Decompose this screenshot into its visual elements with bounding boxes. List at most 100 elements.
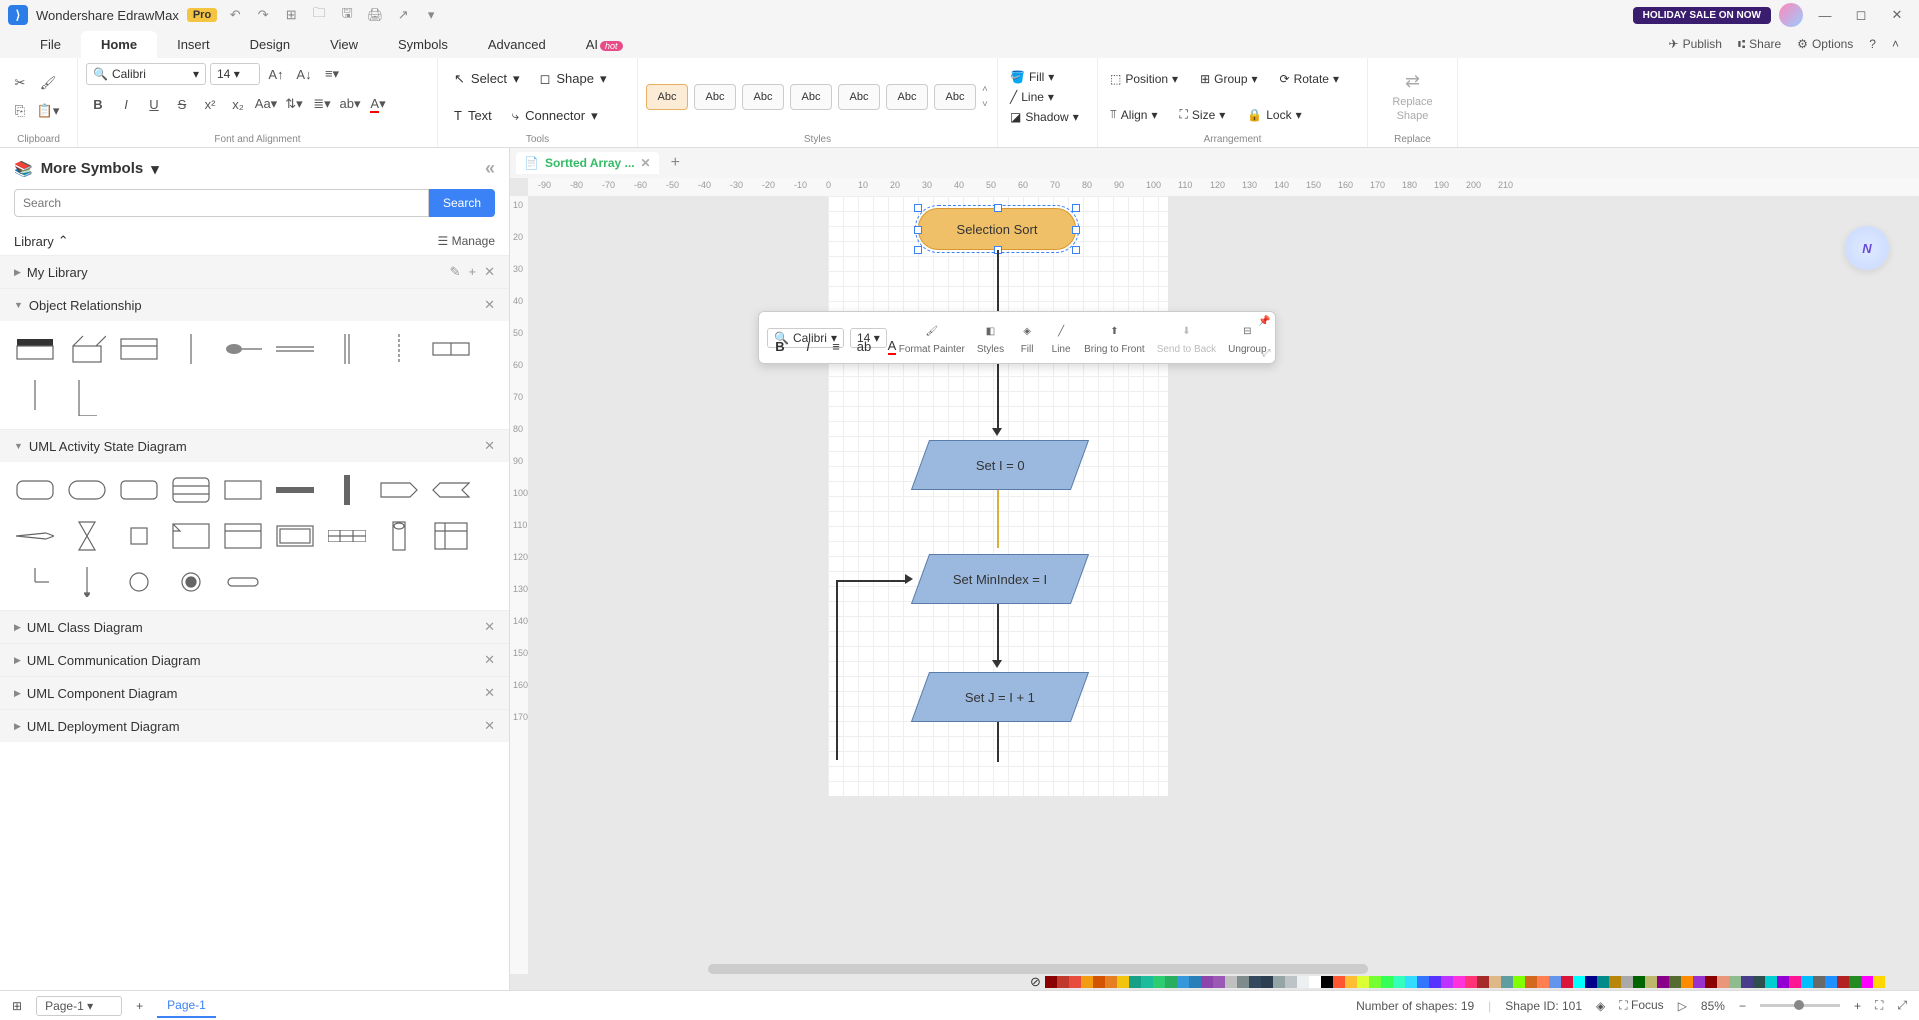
color-swatch[interactable] [1825, 976, 1837, 988]
color-swatch[interactable] [1081, 976, 1093, 988]
chevron-down-icon[interactable]: ˅ [982, 99, 988, 110]
shape-item[interactable] [14, 518, 56, 554]
color-swatch[interactable] [1393, 976, 1405, 988]
bring-front-icon[interactable]: ⬆ [1103, 320, 1125, 342]
style-swatch-1[interactable]: Abc [646, 84, 688, 110]
shape-item[interactable] [222, 564, 264, 600]
color-swatch[interactable] [1561, 976, 1573, 988]
menu-home[interactable]: Home [81, 31, 157, 58]
redo-icon[interactable]: ↷ [253, 5, 273, 25]
color-swatch[interactable] [1093, 976, 1105, 988]
x-icon[interactable]: ✕ [484, 264, 495, 280]
color-swatch[interactable] [1645, 976, 1657, 988]
fill-button[interactable]: 🪣Fill▾ [1006, 68, 1083, 86]
position-button[interactable]: ⬚Position▾ [1106, 70, 1182, 88]
color-swatch[interactable] [1669, 976, 1681, 988]
cut-icon[interactable]: ✂ [8, 71, 32, 95]
search-input[interactable] [14, 189, 429, 217]
color-swatch[interactable] [1417, 976, 1429, 988]
italic-icon[interactable]: I [114, 92, 138, 116]
options-button[interactable]: ⚙Options [1797, 37, 1853, 51]
pin-icon[interactable]: 📌 [1258, 316, 1270, 327]
color-swatch[interactable] [1201, 976, 1213, 988]
uml-comm-cat[interactable]: ▶UML Communication Diagram✕ [0, 643, 509, 676]
close-tab-icon[interactable]: ✕ [641, 156, 651, 170]
color-swatch[interactable] [1705, 976, 1717, 988]
color-swatch[interactable] [1573, 976, 1585, 988]
copy-icon[interactable]: ⎘ [8, 99, 32, 123]
color-swatch[interactable] [1405, 976, 1417, 988]
collapse-ribbon-icon[interactable]: ˄ [1892, 37, 1899, 51]
new-icon[interactable]: ⊞ [281, 5, 301, 25]
color-swatch[interactable] [1501, 976, 1513, 988]
color-swatch[interactable] [1225, 976, 1237, 988]
select-tool[interactable]: ↖Select▾ [446, 67, 528, 91]
case-icon[interactable]: Aa▾ [254, 92, 278, 116]
menu-advanced[interactable]: Advanced [468, 31, 566, 58]
my-library-cat[interactable]: ▶ My Library ✎+✕ [0, 255, 509, 288]
font-select[interactable]: 🔍Calibri▾ [86, 63, 206, 85]
styles-icon[interactable]: ◧ [979, 320, 1001, 342]
color-swatch[interactable] [1345, 976, 1357, 988]
color-swatch[interactable] [1309, 976, 1321, 988]
shape-item[interactable] [430, 518, 472, 554]
menu-design[interactable]: Design [230, 31, 310, 58]
shape-item[interactable] [14, 564, 56, 600]
shape-item[interactable] [170, 472, 212, 508]
format-painter-icon[interactable]: 🖌 [36, 71, 60, 95]
color-swatch[interactable] [1285, 976, 1297, 988]
shape-item[interactable] [430, 331, 472, 367]
style-swatch-4[interactable]: Abc [790, 84, 832, 110]
manage-button[interactable]: ☰ Manage [438, 234, 495, 248]
color-swatch[interactable] [1165, 976, 1177, 988]
x-icon[interactable]: ✕ [484, 685, 495, 701]
uml-deploy-cat[interactable]: ▶UML Deployment Diagram✕ [0, 709, 509, 742]
menu-ai[interactable]: AIhot [566, 31, 643, 58]
export-icon[interactable]: ↗ [393, 5, 413, 25]
shape-item[interactable] [118, 472, 160, 508]
x-icon[interactable]: ✕ [484, 619, 495, 635]
shape-item[interactable] [170, 518, 212, 554]
line-button[interactable]: ╱Line▾ [1006, 88, 1083, 106]
paste-icon[interactable]: 📋▾ [36, 99, 60, 123]
shape-item[interactable] [222, 518, 264, 554]
x-icon[interactable]: ✕ [484, 718, 495, 734]
canvas[interactable]: Selection Sort Set I = 0 Set Min [528, 196, 1919, 974]
shape-item[interactable] [118, 518, 160, 554]
page-tab[interactable]: Page-1 [157, 994, 216, 1018]
color-swatch[interactable] [1237, 976, 1249, 988]
fill-icon[interactable]: ◈ [1016, 320, 1038, 342]
color-swatch[interactable] [1189, 976, 1201, 988]
format-painter-icon[interactable]: 🖌 [921, 320, 943, 342]
terminator-node[interactable]: Selection Sort [918, 208, 1076, 250]
search-button[interactable]: Search [429, 189, 495, 217]
lock-button[interactable]: 🔒Lock▾ [1243, 106, 1305, 124]
doc-tab[interactable]: 📄 Sortted Array ... ✕ [516, 152, 659, 174]
font-color-icon[interactable]: A▾ [366, 92, 390, 116]
increase-font-icon[interactable]: A↑ [264, 62, 288, 86]
color-swatch[interactable] [1537, 976, 1549, 988]
color-swatch[interactable] [1525, 976, 1537, 988]
color-swatch[interactable] [1753, 976, 1765, 988]
style-swatch-6[interactable]: Abc [886, 84, 928, 110]
play-icon[interactable]: ▷ [1678, 999, 1687, 1013]
color-swatch[interactable] [1717, 976, 1729, 988]
rotate-button[interactable]: ⟳Rotate▾ [1276, 70, 1343, 88]
spacing-icon[interactable]: ⇅▾ [282, 92, 306, 116]
color-swatch[interactable] [1441, 976, 1453, 988]
shape-item[interactable] [274, 472, 316, 508]
maximize-icon[interactable]: ◻ [1847, 3, 1875, 27]
color-swatch[interactable] [1813, 976, 1825, 988]
zoom-out-icon[interactable]: − [1739, 999, 1746, 1013]
x-icon[interactable]: ✕ [484, 438, 495, 454]
color-swatch[interactable] [1801, 976, 1813, 988]
shape-item[interactable] [326, 472, 368, 508]
color-swatch[interactable] [1141, 976, 1153, 988]
color-swatch[interactable] [1765, 976, 1777, 988]
menu-file[interactable]: File [20, 31, 81, 58]
highlight-icon[interactable]: ab▾ [338, 92, 362, 116]
shape-item[interactable] [222, 331, 264, 367]
color-swatch[interactable] [1333, 976, 1345, 988]
bold-icon[interactable]: B [769, 335, 791, 357]
shape-item[interactable] [378, 472, 420, 508]
